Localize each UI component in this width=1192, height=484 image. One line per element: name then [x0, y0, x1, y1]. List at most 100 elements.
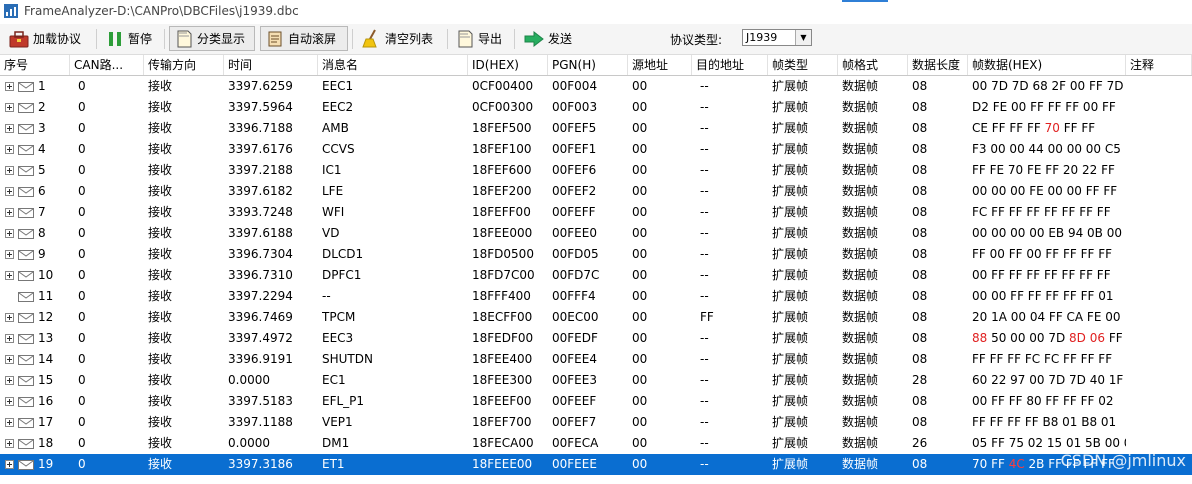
toolbox-icon	[9, 30, 29, 47]
column-header-frame-type[interactable]: 帧类型	[768, 55, 838, 75]
cell-source-address: 00	[632, 121, 648, 135]
cell-frame-type: 扩展帧	[772, 331, 809, 345]
cell-pgn: 00FEEF	[552, 394, 597, 408]
expand-plus-icon[interactable]	[5, 376, 14, 385]
cell-frame-data: FF FF FF FF B8 01 B8 01	[972, 412, 1126, 433]
table-row[interactable]: 18 0 接收 0.0000 DM1 18FECA00 00FECA 00 -- 扩展帧 数据帧 26…	[0, 433, 1192, 454]
cell-time: 3397.6182	[228, 184, 293, 198]
table-row[interactable]: 12 0 接收 3396.7469 TPCM 18ECFF00 00EC00 00 FF 扩展帧 数…	[0, 307, 1192, 328]
export-button[interactable]: 导出	[451, 26, 509, 51]
expand-plus-icon[interactable]	[5, 187, 14, 196]
cell-can-channel: 0	[78, 352, 86, 366]
column-header-message-name[interactable]: 消息名	[318, 55, 468, 75]
expand-plus-icon[interactable]	[5, 397, 14, 406]
column-header-seq[interactable]: 序号	[0, 55, 70, 75]
cell-dest-address: FF	[700, 310, 714, 324]
toolbar-separator	[514, 29, 515, 49]
expand-plus-icon[interactable]	[5, 313, 14, 322]
cell-direction: 接收	[148, 79, 173, 93]
expand-plus-icon[interactable]	[5, 460, 14, 469]
expand-plus-icon[interactable]	[5, 439, 14, 448]
cell-data-length: 08	[912, 226, 928, 240]
table-row[interactable]: 2 0 接收 3397.5964 EEC2 0CF00300 00F003 00 -- 扩展帧 数据…	[0, 97, 1192, 118]
cell-time: 3397.4972	[228, 331, 293, 345]
column-header-pgn[interactable]: PGN(H)	[548, 55, 628, 75]
cell-frame-type: 扩展帧	[772, 268, 809, 282]
table-row[interactable]: 8 0 接收 3397.6188 VD 18FEE000 00FEE0 00 -- 扩展帧 数据帧 0…	[0, 223, 1192, 244]
cell-note	[1130, 307, 1192, 328]
cell-frame-data: FF FE 70 FE FF 20 22 FF	[972, 160, 1126, 181]
cell-dest-address: --	[700, 436, 709, 450]
cell-dest-address: --	[700, 352, 709, 366]
column-header-note[interactable]: 注释	[1126, 55, 1192, 75]
expand-plus-icon[interactable]	[5, 166, 14, 175]
cell-message-name: DPFC1	[322, 268, 362, 282]
table-row[interactable]: 15 0 接收 0.0000 EC1 18FEE300 00FEE3 00 -- 扩展帧 数据帧 28…	[0, 370, 1192, 391]
cell-frame-format: 数据帧	[842, 394, 879, 408]
cell-can-channel: 0	[78, 184, 86, 198]
expand-plus-icon[interactable]	[5, 124, 14, 133]
cell-time: 3396.7310	[228, 268, 293, 282]
cell-time: 0.0000	[228, 436, 270, 450]
cell-source-address: 00	[632, 163, 648, 177]
auto-scroll-button[interactable]: 自动滚屏	[260, 26, 348, 51]
table-row[interactable]: 9 0 接收 3396.7304 DLCD1 18FD0500 00FD05 00 -- 扩展帧 数…	[0, 244, 1192, 265]
column-header-frame-data[interactable]: 帧数据(HEX)	[968, 55, 1126, 75]
cell-direction: 接收	[148, 247, 173, 261]
cell-id-hex: 18FEE300	[472, 373, 533, 387]
table-row[interactable]: 4 0 接收 3397.6176 CCVS 18FEF100 00FEF1 00 -- 扩展帧 数据…	[0, 139, 1192, 160]
table-row[interactable]: 19 0 接收 3397.3186 ET1 18FEEE00 00FEEE 00 -- 扩展帧 数据…	[0, 454, 1192, 475]
column-header-direction[interactable]: 传输方向	[144, 55, 224, 75]
send-button[interactable]: 发送	[519, 26, 579, 51]
expand-plus-icon[interactable]	[5, 334, 14, 343]
expand-plus-icon[interactable]	[5, 208, 14, 217]
classify-display-button[interactable]: 分类显示	[169, 26, 255, 51]
cell-pgn: 00FFF4	[552, 289, 596, 303]
table-row[interactable]: 10 0 接收 3396.7310 DPFC1 18FD7C00 00FD7C 00 -- 扩展帧…	[0, 265, 1192, 286]
column-header-id-hex[interactable]: ID(HEX)	[468, 55, 548, 75]
column-header-data-length[interactable]: 数据长度	[908, 55, 968, 75]
expand-plus-icon[interactable]	[5, 418, 14, 427]
cell-time: 3397.3186	[228, 457, 293, 471]
column-header-dest-address[interactable]: 目的地址	[692, 55, 768, 75]
expand-plus-icon[interactable]	[5, 145, 14, 154]
table-row[interactable]: 14 0 接收 3396.9191 SHUTDN 18FEE400 00FEE4 00 -- 扩展…	[0, 349, 1192, 370]
highlighted-byte: 06	[1089, 331, 1106, 345]
protocol-type-select[interactable]: J1939 ▼	[742, 29, 812, 46]
cell-note	[1130, 349, 1192, 370]
cell-seq: 1	[38, 79, 46, 93]
chevron-down-icon[interactable]: ▼	[795, 30, 811, 45]
expand-plus-icon[interactable]	[5, 82, 14, 91]
expand-plus-icon[interactable]	[5, 355, 14, 364]
envelope-icon	[18, 82, 34, 92]
table-row[interactable]: 3 0 接收 3396.7188 AMB 18FEF500 00FEF5 00 -- 扩展帧 数据帧…	[0, 118, 1192, 139]
table-row[interactable]: 6 0 接收 3397.6182 LFE 18FEF200 00FEF2 00 -- 扩展帧 数据帧…	[0, 181, 1192, 202]
column-header-frame-format[interactable]: 帧格式	[838, 55, 908, 75]
load-protocol-button[interactable]: 加载协议	[4, 26, 92, 51]
cell-note	[1130, 118, 1192, 139]
envelope-icon	[18, 229, 34, 239]
table-row[interactable]: 13 0 接收 3397.4972 EEC3 18FEDF00 00FEDF 00 -- 扩展帧 数…	[0, 328, 1192, 349]
expand-plus-icon[interactable]	[5, 271, 14, 280]
cell-data-length: 08	[912, 415, 928, 429]
table-row[interactable]: 1 0 接收 3397.6259 EEC1 0CF00400 00F004 00 -- 扩展帧 数据…	[0, 76, 1192, 97]
pause-button[interactable]: 暂停	[101, 26, 161, 51]
table-row[interactable]: 5 0 接收 3397.2188 IC1 18FEF600 00FEF6 00 -- 扩展帧 数据帧…	[0, 160, 1192, 181]
cell-note	[1130, 181, 1192, 202]
column-header-can-channel[interactable]: CAN路...	[70, 55, 144, 75]
clear-list-button[interactable]: 清空列表	[356, 26, 444, 51]
cell-frame-type: 扩展帧	[772, 121, 809, 135]
table-row[interactable]: 17 0 接收 3397.1188 VEP1 18FEF700 00FEF7 00 -- 扩展帧 数…	[0, 412, 1192, 433]
cell-message-name: --	[322, 289, 331, 303]
expand-plus-icon[interactable]	[5, 103, 14, 112]
table-row[interactable]: 16 0 接收 3397.5183 EFL_P1 18FEEF00 00FEEF 00 -- 扩展…	[0, 391, 1192, 412]
cell-dest-address: --	[700, 79, 709, 93]
expand-plus-icon[interactable]	[5, 229, 14, 238]
expand-plus-icon[interactable]	[5, 250, 14, 259]
table-row[interactable]: 11 0 接收 3397.2294 -- 18FFF400 00FFF4 00 -- 扩展帧 数据帧…	[0, 286, 1192, 307]
column-header-source-address[interactable]: 源地址	[628, 55, 692, 75]
column-header-time[interactable]: 时间	[224, 55, 318, 75]
envelope-icon	[18, 250, 34, 260]
envelope-icon	[18, 439, 34, 449]
table-row[interactable]: 7 0 接收 3393.7248 WFI 18FEFF00 00FEFF 00 -- 扩展帧 数据帧…	[0, 202, 1192, 223]
